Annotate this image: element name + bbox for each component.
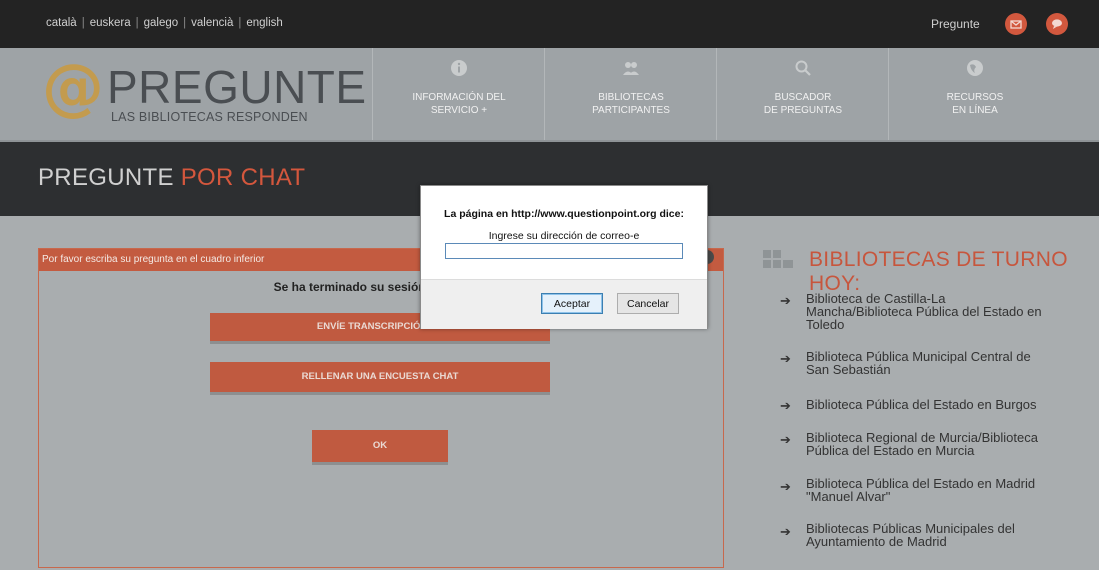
logo-title[interactable]: PREGUNTE — [107, 60, 367, 114]
prompt-dialog: La página en http://www.questionpoint.or… — [420, 185, 708, 329]
info-icon — [451, 60, 467, 76]
nav-label-line1: BIBLIOTECAS — [598, 92, 664, 103]
page-title: PREGUNTE POR CHAT — [38, 164, 305, 192]
library-line: "Manuel Alvar" — [806, 489, 891, 504]
ok-button[interactable]: OK — [312, 430, 448, 462]
separator: | — [81, 17, 85, 29]
accept-button[interactable]: Aceptar — [541, 293, 603, 314]
dialog-footer: Aceptar Cancelar — [421, 279, 707, 329]
library-item[interactable]: Biblioteca Pública del Estado en Burgos — [806, 398, 1076, 411]
library-line: Biblioteca Pública del Estado en Burgos — [806, 397, 1037, 412]
nav-informacion[interactable]: INFORMACIÓN DEL SERVICIO + — [372, 48, 545, 140]
lang-valencia[interactable]: valencià — [191, 17, 233, 29]
globe-icon — [967, 60, 983, 76]
arrow-icon: ➔ — [780, 524, 791, 539]
nav-label-line2: SERVICIO + — [430, 105, 488, 116]
cancel-button[interactable]: Cancelar — [617, 293, 679, 314]
library-line: Pública del Estado en Murcia — [806, 443, 975, 458]
nav-label-line1: INFORMACIÓN DEL — [412, 92, 506, 103]
arrow-icon: ➔ — [780, 479, 791, 494]
dialog-prompt: Ingrese su dirección de correo-e — [488, 230, 640, 242]
arrow-icon: ➔ — [780, 432, 791, 447]
mail-icon[interactable] — [1005, 13, 1027, 35]
grid-icon — [763, 250, 793, 268]
arrow-icon: ➔ — [780, 293, 791, 308]
lang-english[interactable]: english — [246, 17, 282, 29]
email-input[interactable] — [445, 243, 683, 259]
library-line: Ayuntamiento de Madrid — [806, 534, 947, 549]
arrow-icon: ➔ — [780, 351, 791, 366]
page-title-part1: PREGUNTE — [38, 164, 181, 191]
library-item[interactable]: Biblioteca Pública Municipal Central de … — [806, 350, 1076, 376]
lang-catala[interactable]: català — [46, 17, 77, 29]
search-icon — [795, 60, 811, 76]
nav-bibliotecas[interactable]: BIBLIOTECAS PARTICIPANTES — [544, 48, 717, 140]
lang-galego[interactable]: galego — [144, 17, 179, 29]
library-line: Toledo — [806, 317, 845, 332]
separator: | — [183, 17, 187, 29]
library-item[interactable]: Biblioteca Pública del Estado en Madrid … — [806, 477, 1076, 503]
page-title-accent: POR CHAT — [180, 164, 306, 191]
nav-label-line1: RECURSOS — [946, 92, 1004, 103]
dialog-title: La página en http://www.questionpoint.or… — [444, 208, 684, 220]
nav-buscador[interactable]: BUSCADOR DE PREGUNTAS — [716, 48, 889, 140]
library-line: Mancha/Biblioteca Pública del Estado en — [806, 304, 1042, 319]
sidebar-title: BIBLIOTECAS DE TURNO HOY: — [809, 248, 1068, 295]
library-item[interactable]: Bibliotecas Públicas Municipales del Ayu… — [806, 522, 1076, 548]
nav-label-line1: BUSCADOR — [774, 92, 832, 103]
people-icon — [623, 62, 639, 75]
nav-label-line2: EN LÍNEA — [952, 105, 998, 116]
language-selector: català | euskera | galego | valencià | english — [46, 17, 283, 29]
pregunte-link[interactable]: Pregunte — [931, 17, 980, 31]
fill-survey-button[interactable]: RELLENAR UNA ENCUESTA CHAT — [210, 362, 550, 392]
library-line: San Sebastián — [806, 362, 891, 377]
arrow-icon: ➔ — [780, 398, 791, 413]
library-item[interactable]: Biblioteca de Castilla-La Mancha/Bibliot… — [806, 292, 1076, 331]
separator: | — [135, 17, 139, 29]
library-item[interactable]: Biblioteca Regional de Murcia/Biblioteca… — [806, 431, 1076, 457]
nav-label-line2: DE PREGUNTAS — [763, 105, 843, 116]
separator: | — [238, 17, 242, 29]
logo-subtitle: LAS BIBLIOTECAS RESPONDEN — [111, 110, 308, 124]
logo-at-icon[interactable]: @ — [42, 56, 104, 118]
nav-label-line2: PARTICIPANTES — [592, 105, 670, 116]
lang-euskera[interactable]: euskera — [90, 17, 131, 29]
chat-icon[interactable] — [1046, 13, 1068, 35]
nav-recursos[interactable]: RECURSOS EN LÍNEA — [888, 48, 1061, 140]
top-bar: català | euskera | galego | valencià | english P… — [0, 0, 1099, 48]
site-header: @ PREGUNTE LAS BIBLIOTECAS RESPONDEN INF… — [0, 48, 1099, 142]
